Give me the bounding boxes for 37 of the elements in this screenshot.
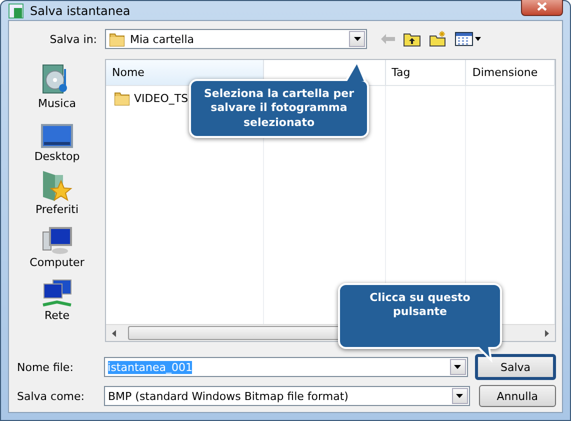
network-icon — [41, 279, 73, 309]
places-item[interactable]: Preferiti — [35, 165, 79, 216]
window-title: Salva istantanea — [30, 4, 132, 18]
save-button[interactable]: Salva — [474, 354, 556, 380]
places-item[interactable]: Computer — [30, 218, 84, 269]
app-icon — [8, 2, 24, 18]
dropdown-button[interactable] — [349, 31, 365, 47]
save-in-label: Salva in: — [48, 32, 98, 46]
new-folder-icon[interactable] — [429, 31, 447, 47]
caret-icon — [354, 37, 360, 41]
column-header[interactable]: Tag — [386, 60, 466, 85]
places-item[interactable]: Desktop — [34, 112, 80, 163]
folder-icon — [109, 31, 125, 47]
dropdown-button[interactable] — [452, 388, 468, 404]
save-as-label: Salva come: — [16, 390, 86, 402]
computer-icon — [41, 226, 73, 256]
folder-dropdown[interactable]: Mia cartella — [105, 29, 367, 49]
close-icon — [537, 2, 547, 11]
hint-tooltip: Seleziona la cartella per salvare il fotogramma selezionato — [189, 79, 369, 138]
monitor-icon — [41, 124, 73, 150]
dropdown-button[interactable] — [450, 359, 466, 375]
caret-icon — [454, 365, 462, 369]
star-folder-icon — [40, 169, 73, 203]
places-item[interactable]: Musica — [38, 59, 76, 110]
up-folder-icon[interactable] — [403, 31, 421, 47]
cancel-button[interactable]: Annulla — [478, 385, 556, 407]
scroll-right-icon[interactable] — [545, 330, 549, 336]
folder-icon — [114, 90, 130, 106]
close-button[interactable] — [521, 0, 563, 16]
folder-name: Mia cartella — [130, 32, 194, 46]
view-menu-icon[interactable] — [455, 32, 481, 46]
scroll-left-icon[interactable] — [112, 330, 116, 336]
places-item[interactable]: Rete — [41, 271, 73, 322]
file-name-label: Nome file: — [16, 360, 74, 374]
hint-tooltip: Clicca su questo pulsante — [338, 283, 502, 349]
caret-icon — [456, 394, 464, 398]
file-type-dropdown[interactable]: BMP (standard Windows Bitmap file format) — [104, 386, 470, 406]
